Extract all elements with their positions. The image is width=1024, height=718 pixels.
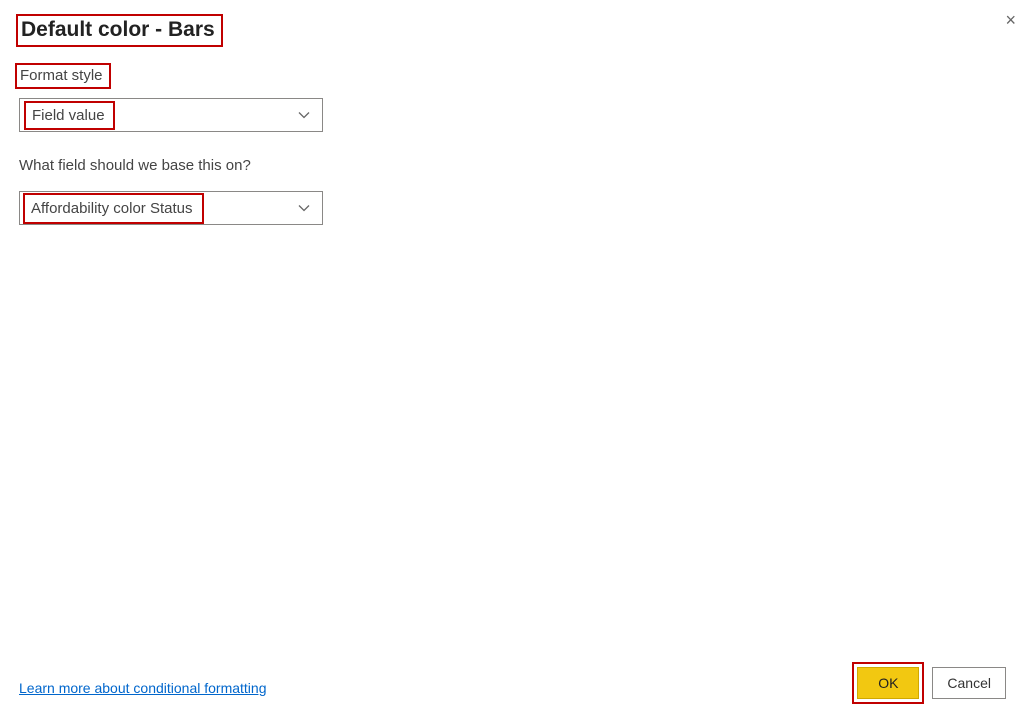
footer-buttons: OK Cancel (852, 662, 1006, 704)
ok-button[interactable]: OK (857, 667, 919, 699)
chevron-down-icon (298, 111, 310, 119)
close-icon[interactable]: × (1001, 6, 1020, 35)
field-base-selected: Affordability color Status (23, 193, 204, 224)
field-base-dropdown[interactable]: Affordability color Status (19, 191, 323, 225)
chevron-down-icon (298, 204, 310, 212)
learn-more-link[interactable]: Learn more about conditional formatting (19, 680, 266, 696)
ok-highlight: OK (852, 662, 924, 704)
cancel-button[interactable]: Cancel (932, 667, 1006, 699)
dialog-title: Default color - Bars (16, 14, 223, 47)
format-style-label: Format style (15, 63, 111, 89)
format-style-dropdown[interactable]: Field value (19, 98, 323, 132)
format-style-selected: Field value (24, 101, 115, 130)
field-base-label: What field should we base this on? (19, 157, 251, 174)
